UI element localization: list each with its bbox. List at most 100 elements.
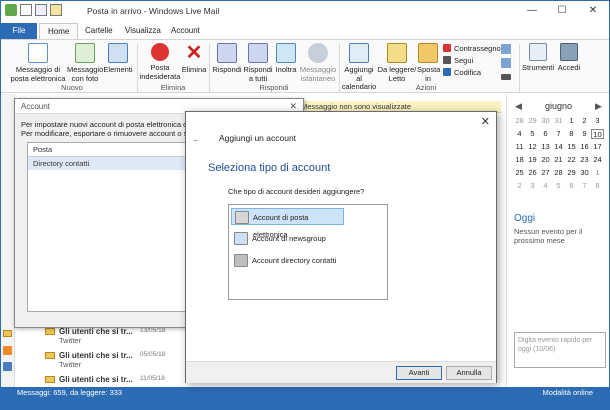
minimize-button[interactable]: — [517, 1, 547, 21]
forward-button[interactable]: Inoltra [273, 43, 299, 75]
calendar-day[interactable]: 2 [578, 116, 591, 126]
new-items-button[interactable]: Elementi [103, 43, 133, 75]
copy-icon[interactable] [501, 44, 514, 55]
calendar-day[interactable]: 23 [578, 155, 591, 165]
list-item[interactable]: Gli utenti che si tr... Twitter 13/05/18 [45, 327, 175, 345]
tab-file[interactable]: File [1, 23, 37, 39]
calendar-day[interactable]: 4 [539, 181, 552, 191]
signin-button[interactable]: Accedi [555, 43, 583, 73]
calendar-day[interactable]: 27 [539, 168, 552, 178]
status-online-mode[interactable]: Modalità online [543, 387, 593, 399]
reply-button[interactable]: Rispondi [211, 43, 243, 75]
delete-button[interactable]: ✕ Elimina [181, 43, 207, 75]
follow-button[interactable]: Segui [443, 56, 473, 65]
reply-all-button[interactable]: Rispondi a tutti [243, 43, 273, 83]
calendar-day[interactable]: 5 [526, 129, 539, 139]
folder-icon[interactable] [50, 4, 62, 16]
calendar-day[interactable]: 29 [565, 168, 578, 178]
account-dialog-description: Per impostare nuovi account di posta ele… [21, 120, 191, 138]
encoding-button[interactable]: Codifica [443, 68, 481, 77]
tab-account[interactable]: Account [163, 23, 208, 39]
reply-all-icon [248, 43, 268, 63]
calendar-day[interactable]: 15 [565, 142, 578, 152]
close-button[interactable]: ✕ [578, 1, 608, 21]
send-receive-icon[interactable] [35, 4, 47, 16]
calendar-day[interactable]: 1 [591, 168, 604, 178]
new-email-button[interactable]: Messaggio di posta elettronica [9, 43, 67, 83]
calendar-day[interactable]: 3 [591, 116, 604, 126]
tab-home[interactable]: Home [39, 23, 79, 39]
more-actions-icon[interactable] [501, 72, 514, 81]
calendar-day[interactable]: 11 [513, 142, 526, 152]
instant-message-button[interactable]: Messaggio istantaneo [299, 43, 337, 83]
calendar-day[interactable]: 7 [578, 181, 591, 191]
new-photo-email-button[interactable]: Messaggio con foto [67, 43, 103, 83]
calendar-day[interactable]: 29 [526, 116, 539, 126]
new-message-icon[interactable] [20, 4, 32, 16]
calendar-day[interactable]: 8 [565, 129, 578, 139]
list-item[interactable]: Gli utenti che si tr... Twitter 05/05/18 [45, 351, 175, 369]
next-month-arrow[interactable]: ▶ [595, 101, 602, 112]
calendar-day[interactable]: 25 [513, 168, 526, 178]
calendar-day[interactable]: 12 [526, 142, 539, 152]
directory-account-icon [234, 254, 248, 267]
quick-event-input[interactable]: Digita evento rapido per oggi (10/06) [514, 332, 606, 368]
calendar-day[interactable]: 22 [565, 155, 578, 165]
move-to-button[interactable]: Sposta in [417, 43, 440, 83]
calendar-day[interactable]: 16 [578, 142, 591, 152]
dialog-footer: Avanti Annulla [186, 361, 496, 383]
ribbon: Messaggio di posta elettronica Messaggio… [1, 39, 609, 93]
calendar-day[interactable]: 1 [565, 116, 578, 126]
option-newsgroup-account[interactable]: Account di newsgroup [231, 230, 344, 247]
account-list-row[interactable]: Directory contatti [28, 157, 191, 170]
calendar-day[interactable]: 7 [552, 129, 565, 139]
junk-icon [151, 43, 169, 61]
tools-button[interactable]: Strumenti [521, 43, 555, 73]
tab-view[interactable]: Visualizza [117, 23, 169, 39]
calendar-day[interactable]: 13 [539, 142, 552, 152]
calendar-day[interactable]: 2 [513, 181, 526, 191]
calendar-day[interactable]: 14 [552, 142, 565, 152]
calendar-day[interactable]: 6 [539, 129, 552, 139]
calendar-day[interactable]: 17 [591, 142, 604, 152]
find-icon[interactable] [501, 58, 514, 69]
option-directory-account[interactable]: Account directory contatti [231, 252, 344, 269]
main-window: Posta in arrivo - Windows Live Mail — ☐ … [0, 0, 610, 410]
tab-folders[interactable]: Cartelle [77, 23, 121, 39]
back-arrow-icon[interactable]: ← [192, 134, 201, 144]
calendar-day[interactable]: 10 [591, 129, 604, 139]
calendar-day[interactable]: 26 [526, 168, 539, 178]
calendar-day[interactable]: 5 [552, 181, 565, 191]
calendar-day[interactable]: 9 [578, 129, 591, 139]
option-email-account[interactable]: Account di posta elettronica [231, 208, 344, 239]
junk-button[interactable]: Posta indesiderata [139, 43, 181, 81]
read-unread-button[interactable]: Da leggere/ Letto [377, 43, 417, 83]
calendar-day[interactable]: 30 [578, 168, 591, 178]
newsgroup-icon[interactable] [3, 362, 12, 371]
calendar-day[interactable]: 3 [526, 181, 539, 191]
rss-icon[interactable] [3, 346, 12, 355]
calendar-day[interactable]: 21 [552, 155, 565, 165]
calendar-day[interactable]: 31 [552, 116, 565, 126]
encoding-icon [443, 68, 451, 76]
mail-nav-icon[interactable] [3, 330, 12, 337]
delete-x-icon: ✕ [185, 42, 203, 64]
calendar-day[interactable]: 4 [513, 129, 526, 139]
calendar-day[interactable]: 20 [539, 155, 552, 165]
calendar-day[interactable]: 18 [513, 155, 526, 165]
cancel-button[interactable]: Annulla [446, 366, 492, 380]
forward-icon [276, 43, 296, 63]
list-item[interactable]: Gli utenti che si tr... 11/05/18 [45, 375, 175, 384]
add-account-close-button[interactable]: ✕ [481, 115, 490, 128]
calendar-day[interactable]: 24 [591, 155, 604, 165]
calendar-day[interactable]: 30 [539, 116, 552, 126]
calendar-day[interactable]: 28 [552, 168, 565, 178]
calendar-day[interactable]: 6 [565, 181, 578, 191]
calendar-day[interactable]: 19 [526, 155, 539, 165]
next-button[interactable]: Avanti [396, 366, 442, 380]
maximize-button[interactable]: ☐ [547, 1, 577, 21]
today-events-text: Nessun evento per il prossimo mese [514, 227, 583, 245]
calendar-day[interactable]: 28 [513, 116, 526, 126]
calendar-day[interactable]: 8 [591, 181, 604, 191]
flag-button[interactable]: Contrassegno [443, 44, 501, 53]
